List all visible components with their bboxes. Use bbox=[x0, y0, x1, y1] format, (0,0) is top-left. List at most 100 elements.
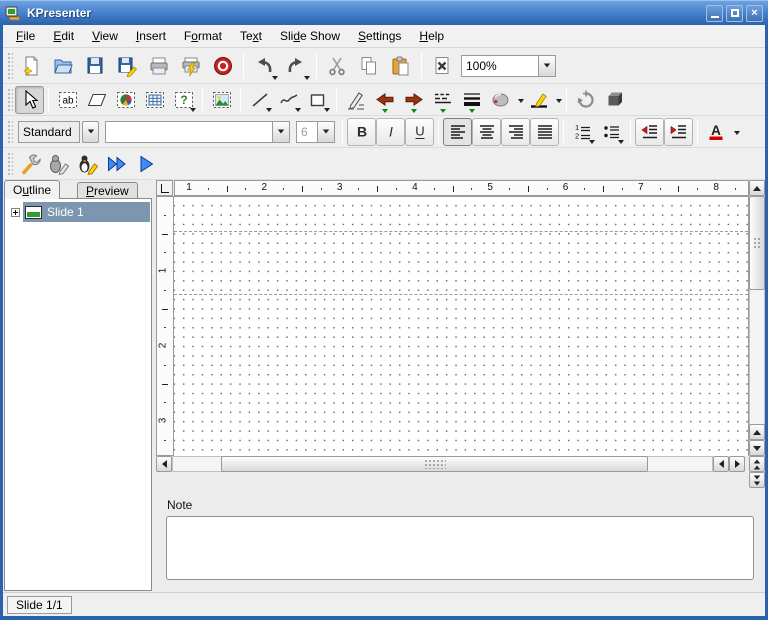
quit-button[interactable] bbox=[207, 50, 239, 82]
zoom-value[interactable]: 100% bbox=[461, 55, 539, 77]
menu-edit[interactable]: Edit bbox=[44, 26, 83, 46]
rectangle-dropdown-arrow-icon[interactable] bbox=[324, 108, 330, 112]
menu-text[interactable]: Text bbox=[231, 26, 271, 46]
brush-color-dropdown-arrow-icon[interactable] bbox=[556, 99, 562, 103]
freehand-dropdown-arrow-icon[interactable] bbox=[295, 108, 301, 112]
arrow-end-dropdown-arrow-icon[interactable] bbox=[411, 109, 417, 113]
mouse-pointer-button[interactable] bbox=[15, 86, 44, 114]
undo-dropdown-arrow-icon[interactable] bbox=[272, 76, 278, 80]
toolbar-handle[interactable] bbox=[6, 87, 13, 112]
zoom-dropdown-arrow-icon[interactable] bbox=[539, 55, 556, 77]
title-bar[interactable]: KPresenter × bbox=[0, 0, 768, 25]
object-effect-button[interactable] bbox=[44, 150, 73, 178]
line-dropdown-arrow-icon[interactable] bbox=[266, 108, 272, 112]
chart-frame-button[interactable] bbox=[111, 86, 140, 114]
previous-slide-button[interactable] bbox=[749, 456, 765, 472]
save-as-button[interactable] bbox=[111, 50, 143, 82]
hscroll-thumb[interactable] bbox=[221, 456, 648, 472]
object-frame-button[interactable]: ? bbox=[169, 86, 198, 114]
align-left-button[interactable] bbox=[443, 118, 472, 146]
configure-slideshow-button[interactable] bbox=[15, 150, 44, 178]
minimize-button[interactable] bbox=[706, 5, 723, 22]
outdent-button[interactable] bbox=[635, 118, 664, 146]
style-dropdown-arrow-icon[interactable] bbox=[82, 121, 99, 143]
arrow-begin-dropdown-arrow-icon[interactable] bbox=[382, 109, 388, 113]
vscroll-thumb[interactable] bbox=[749, 196, 765, 290]
next-slide-button[interactable] bbox=[749, 472, 765, 488]
align-center-button[interactable] bbox=[472, 118, 501, 146]
menu-insert[interactable]: Insert bbox=[127, 26, 175, 46]
font-family-dropdown-arrow-icon[interactable] bbox=[273, 121, 290, 143]
vscroll-up-button-2[interactable] bbox=[749, 424, 765, 440]
table-frame-button[interactable] bbox=[140, 86, 169, 114]
arrow-end-button[interactable] bbox=[399, 86, 428, 114]
menu-slide-show[interactable]: Slide Show bbox=[271, 26, 349, 46]
undo-button[interactable] bbox=[248, 50, 280, 82]
start-presentation-button[interactable] bbox=[131, 150, 160, 178]
new-document-button[interactable] bbox=[15, 50, 47, 82]
font-color-dropdown-arrow-icon[interactable] bbox=[734, 131, 740, 135]
bullet-list-button[interactable] bbox=[597, 118, 626, 146]
line-width-button[interactable] bbox=[457, 86, 486, 114]
numbered-list-dropdown-arrow-icon[interactable] bbox=[589, 140, 595, 144]
menu-file[interactable]: File bbox=[7, 26, 44, 46]
slide-tree-item[interactable]: Slide 1 bbox=[7, 202, 150, 222]
toolbar-handle[interactable] bbox=[6, 119, 13, 144]
arrow-begin-button[interactable] bbox=[370, 86, 399, 114]
dash-style-button[interactable] bbox=[428, 86, 457, 114]
font-family-combobox[interactable] bbox=[105, 121, 290, 143]
start-presentation-first-button[interactable] bbox=[102, 150, 131, 178]
rotate-button[interactable] bbox=[571, 86, 600, 114]
italic-button[interactable]: I bbox=[376, 118, 405, 146]
delete-button[interactable] bbox=[426, 50, 458, 82]
zoom-combobox[interactable]: 100% bbox=[461, 55, 556, 77]
bullet-list-dropdown-arrow-icon[interactable] bbox=[618, 140, 624, 144]
menu-format[interactable]: Format bbox=[175, 26, 231, 46]
line-button[interactable] bbox=[245, 86, 274, 114]
pen-color-button[interactable] bbox=[486, 86, 524, 114]
copy-button[interactable] bbox=[353, 50, 385, 82]
parallelogram-button[interactable] bbox=[82, 86, 111, 114]
font-size-combobox[interactable]: 6 bbox=[296, 121, 335, 143]
menu-help[interactable]: Help bbox=[410, 26, 453, 46]
slide-outline-list[interactable]: Slide 1 bbox=[4, 198, 152, 591]
font-size-dropdown-arrow-icon[interactable] bbox=[318, 121, 335, 143]
cut-button[interactable] bbox=[321, 50, 353, 82]
style-value[interactable]: Standard bbox=[18, 121, 80, 143]
numbered-list-button[interactable]: 12 bbox=[568, 118, 597, 146]
note-input[interactable] bbox=[166, 516, 754, 580]
paste-button[interactable] bbox=[385, 50, 417, 82]
vscroll-down-button[interactable] bbox=[749, 440, 765, 456]
dash-style-dropdown-arrow-icon[interactable] bbox=[440, 109, 446, 113]
style-combobox[interactable]: Standard bbox=[18, 121, 99, 143]
menu-settings[interactable]: Settings bbox=[349, 26, 410, 46]
font-color-button[interactable]: A bbox=[702, 118, 740, 146]
align-justify-button[interactable] bbox=[530, 118, 559, 146]
tab-preview[interactable]: Preview bbox=[77, 182, 138, 198]
align-right-button[interactable] bbox=[501, 118, 530, 146]
save-button[interactable] bbox=[79, 50, 111, 82]
font-family-value[interactable] bbox=[105, 121, 273, 143]
menu-view[interactable]: View bbox=[83, 26, 127, 46]
shadow-button[interactable] bbox=[600, 86, 629, 114]
tree-expander-icon[interactable] bbox=[11, 208, 20, 217]
redo-dropdown-arrow-icon[interactable] bbox=[304, 76, 310, 80]
hscroll-left-button[interactable] bbox=[156, 456, 172, 472]
toolbar-handle[interactable] bbox=[6, 51, 13, 80]
tab-outline[interactable]: Outline bbox=[4, 180, 60, 199]
hscroll-left-button-2[interactable] bbox=[713, 456, 729, 472]
font-size-value[interactable]: 6 bbox=[296, 121, 318, 143]
redo-button[interactable] bbox=[280, 50, 312, 82]
bold-button[interactable]: B bbox=[347, 118, 376, 146]
slide-canvas[interactable] bbox=[174, 196, 749, 456]
close-button[interactable]: × bbox=[746, 5, 763, 22]
open-folder-button[interactable] bbox=[47, 50, 79, 82]
brush-color-button[interactable] bbox=[524, 86, 562, 114]
underline-button[interactable]: U bbox=[405, 118, 434, 146]
slide-transition-button[interactable] bbox=[73, 150, 102, 178]
freehand-button[interactable] bbox=[274, 86, 303, 114]
toolbar-handle[interactable] bbox=[6, 151, 13, 176]
pen-style-button[interactable] bbox=[341, 86, 370, 114]
print-button[interactable] bbox=[143, 50, 175, 82]
hscroll-right-button[interactable] bbox=[729, 456, 745, 472]
